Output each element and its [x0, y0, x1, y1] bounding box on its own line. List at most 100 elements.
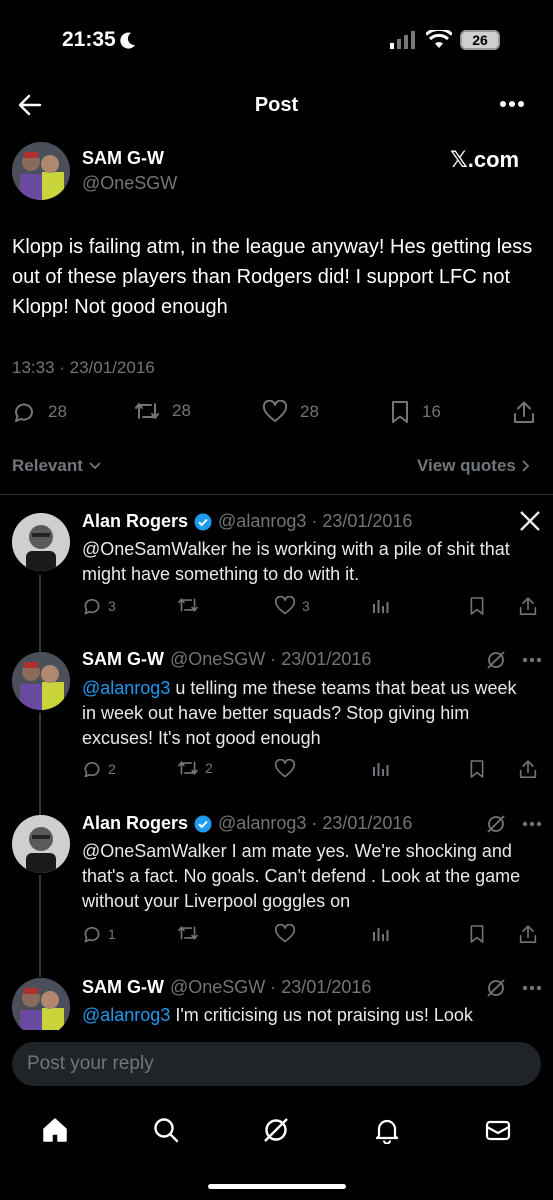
post-timestamp: 13:33 · 23/01/2016 [12, 358, 155, 377]
reply-avatar[interactable] [12, 978, 70, 1030]
reply-action-repost[interactable] [177, 596, 205, 614]
reply-text: @OneSamWalker he is working with a pile … [82, 539, 510, 584]
heart-icon [274, 596, 296, 615]
reply-action-views[interactable] [372, 924, 390, 942]
views-icon [373, 928, 389, 941]
grok-button[interactable] [486, 814, 506, 834]
bookmark-count[interactable]: 16 [390, 400, 441, 424]
reply-icon [84, 598, 100, 615]
reply-action-reply[interactable]: 1 [82, 924, 116, 944]
reply-action-views[interactable] [372, 759, 390, 777]
nav-search[interactable] [152, 1116, 180, 1144]
views-icon [373, 600, 389, 613]
reply-action-like[interactable] [274, 759, 302, 779]
page-title: Post [254, 94, 299, 116]
action-count: 1 [108, 926, 116, 942]
repost-icon [135, 403, 159, 419]
reply-action-share[interactable] [519, 596, 537, 616]
bookmark-icon [392, 401, 408, 423]
bookmark-icon [470, 597, 484, 615]
more-dots-icon [522, 821, 542, 827]
reply-action-bookmark[interactable] [469, 596, 485, 616]
bell-icon [375, 1119, 399, 1144]
view-quotes-link[interactable]: View quotes [417, 456, 530, 476]
action-count: 2 [108, 761, 116, 777]
author-handle[interactable]: @OneSGW [82, 173, 177, 194]
grok-icon [264, 1118, 289, 1142]
author-name[interactable]: SAM G-W [82, 148, 164, 169]
thread-line [39, 875, 41, 977]
reply-avatar[interactable] [12, 815, 70, 873]
nav-grok[interactable] [262, 1116, 290, 1144]
relevance-filter[interactable]: Relevant [12, 456, 101, 476]
reply-action-share[interactable] [519, 924, 537, 944]
reply-author-name[interactable]: Alan Rogers [82, 813, 188, 834]
like-count[interactable]: 28 [262, 400, 319, 424]
moon-icon [120, 32, 135, 49]
repost-count[interactable]: 28 [134, 400, 191, 422]
divider [0, 494, 553, 495]
mail-icon [485, 1120, 510, 1141]
nav-home[interactable] [41, 1116, 69, 1144]
x-logo-icon [520, 511, 540, 531]
status-time: 21:35 [62, 28, 136, 52]
reply-avatar[interactable] [12, 652, 70, 710]
reply-action-bookmark[interactable] [469, 924, 485, 944]
chevron-right-icon [522, 460, 530, 472]
reply-action-repost[interactable]: 2 [177, 759, 213, 777]
reply-more-button[interactable] [522, 821, 542, 827]
reply-action-views[interactable] [372, 596, 390, 614]
reply-avatar[interactable] [12, 513, 70, 571]
thread-line [39, 713, 41, 819]
verified-badge-icon [194, 815, 212, 832]
avatar-photo [12, 978, 70, 1030]
avatar-photo [12, 513, 70, 571]
heart-icon [274, 924, 296, 943]
reply-icon [15, 403, 33, 422]
cellular-signal-icon [390, 31, 415, 49]
x-source-icon [519, 510, 541, 532]
reply-action-like[interactable]: 3 [274, 596, 310, 616]
reply-action-reply[interactable]: 3 [82, 596, 116, 616]
reply-action-repost[interactable] [177, 924, 205, 942]
reply-author-name[interactable]: Alan Rogers [82, 511, 188, 532]
reply-author-name[interactable]: SAM G-W [82, 977, 164, 998]
share-button[interactable] [513, 400, 535, 424]
verified-badge-icon [194, 513, 212, 530]
reply-input[interactable] [27, 1053, 526, 1075]
reply-meta: @alanrog3 · 23/01/2016 [218, 511, 413, 531]
nav-messages[interactable] [484, 1116, 512, 1144]
home-icon [43, 1118, 68, 1142]
grok-button[interactable] [486, 978, 506, 998]
reply-header: Alan Rogers @alanrog3 · 23/01/2016 [82, 511, 412, 532]
action-count: 2 [205, 760, 213, 776]
reply-action-reply[interactable]: 2 [82, 759, 116, 779]
wifi-icon [426, 30, 452, 48]
avatar-photo [12, 815, 70, 873]
repost-icon [178, 926, 198, 940]
status-icons: 26 [390, 30, 500, 50]
bookmark-icon [470, 760, 484, 778]
battery-icon: 26 [460, 30, 500, 50]
reply-more-button[interactable] [522, 985, 542, 991]
thread-line [39, 575, 41, 655]
share-icon [519, 597, 537, 615]
reply-meta: @OneSGW · 23/01/2016 [169, 977, 372, 997]
reply-action-share[interactable] [519, 759, 537, 779]
more-options-button[interactable] [499, 100, 525, 108]
reply-count[interactable]: 28 [12, 400, 67, 424]
grok-button[interactable] [486, 650, 506, 670]
author-avatar[interactable] [12, 142, 70, 200]
reply-input-container[interactable] [12, 1042, 541, 1086]
reply-action-like[interactable] [274, 924, 302, 944]
bookmark-icon [470, 925, 484, 943]
reply-author-name[interactable]: SAM G-W [82, 649, 164, 670]
reply-action-bookmark[interactable] [469, 759, 485, 779]
source-label: 𝕏.com [450, 147, 520, 172]
nav-notifications[interactable] [373, 1116, 401, 1144]
reply-more-button[interactable] [522, 657, 542, 663]
post-text: Klopp is failing atm, in the league anyw… [12, 236, 533, 318]
views-icon [373, 763, 389, 776]
action-count: 3 [108, 598, 116, 614]
grok-icon [487, 815, 505, 833]
